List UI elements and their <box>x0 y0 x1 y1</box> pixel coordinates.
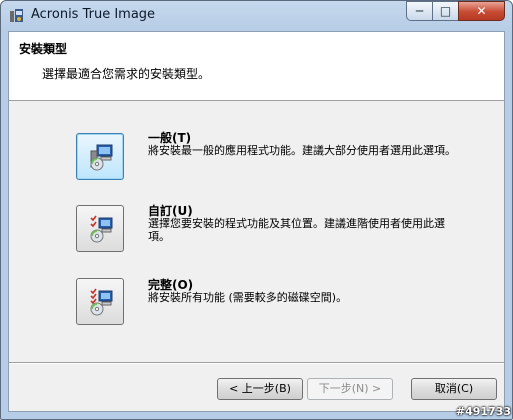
custom-description: 選擇您要安裝的程式功能及其位置。建議進階使用者使用此選項。 <box>148 217 445 243</box>
header-panel: 安裝類型 選擇最適合您需求的安裝類型。 <box>9 32 504 101</box>
minimize-button[interactable]: ─ <box>406 1 433 21</box>
acronis-app-icon <box>10 9 23 22</box>
maximize-button[interactable]: □ <box>432 1 459 21</box>
footer-divider <box>9 362 504 364</box>
page-title: 安裝類型 <box>19 42 68 56</box>
page-subtitle: 選擇最適合您需求的安裝類型。 <box>42 67 211 81</box>
back-button[interactable]: < 上一步(B) <box>217 378 303 400</box>
typical-setup-button[interactable] <box>76 133 124 180</box>
typical-setup-icon <box>90 144 113 171</box>
cancel-button[interactable]: 取消(C) <box>411 378 497 400</box>
close-button[interactable]: ✕ <box>458 1 505 21</box>
next-button[interactable]: 下一步(N) > <box>307 378 393 400</box>
complete-setup-icon <box>90 288 113 316</box>
custom-setup-icon <box>90 215 113 243</box>
title-bar[interactable]: Acronis True Image ─ □ ✕ <box>1 1 512 31</box>
complete-description: 將安裝所有功能 (需要較多的磁碟空間)。 <box>148 291 348 304</box>
complete-setup-button[interactable] <box>76 278 124 325</box>
custom-setup-button[interactable] <box>76 205 124 252</box>
image-watermark: #491733 <box>455 405 511 418</box>
dialog-body: 安裝類型 選擇最適合您需求的安裝類型。 一般(T) 將安裝最一般的應用程式功能。… <box>8 31 505 412</box>
typical-description: 將安裝最一般的應用程式功能。建議大部分使用者選用此選項。 <box>148 144 456 157</box>
window-title: Acronis True Image <box>31 7 156 22</box>
installer-window: Acronis True Image ─ □ ✕ 安裝類型 選擇最適合您需求的安… <box>0 0 513 420</box>
